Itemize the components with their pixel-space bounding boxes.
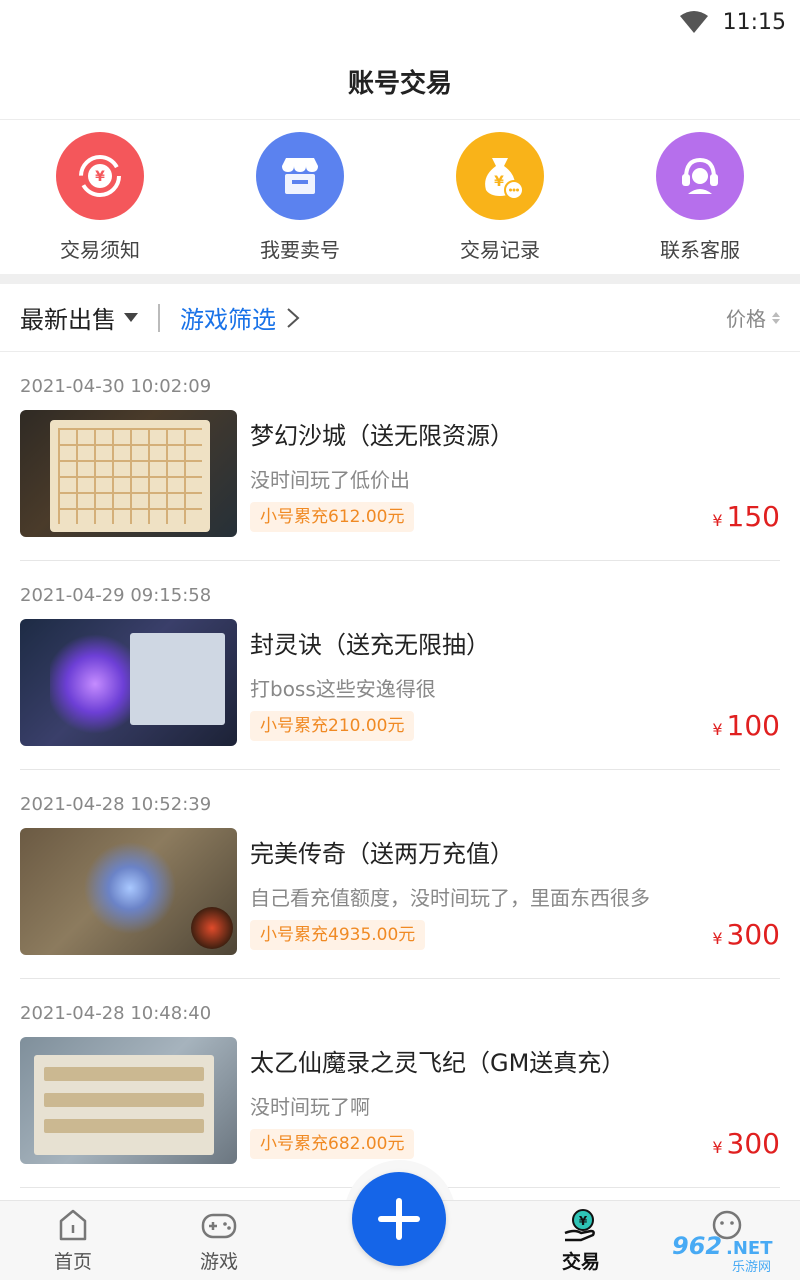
- status-time: 11:15: [722, 9, 786, 35]
- listing-date: 2021-04-28 10:48:40: [20, 1003, 212, 1024]
- page-title: 账号交易: [347, 69, 452, 99]
- listing-item[interactable]: 2021-04-28 10:52:39 完美传奇（送两万充值） 自己看充值额度，…: [20, 770, 780, 979]
- game-filter-link[interactable]: 游戏筛选: [180, 300, 276, 335]
- quick-action-sell-account[interactable]: 我要卖号: [200, 120, 400, 274]
- price-sort[interactable]: 价格: [726, 303, 780, 332]
- listing-price: ¥300: [712, 918, 780, 951]
- recharge-tag: 小号累充682.00元: [250, 1129, 415, 1159]
- listing-description: 打boss这些安逸得很: [250, 677, 436, 701]
- svg-text:.NET: .NET: [726, 1238, 773, 1259]
- nav-home[interactable]: 首页: [0, 1201, 146, 1280]
- listing-price: ¥100: [712, 709, 780, 742]
- listing-title: 封灵诀（送充无限抽）: [250, 631, 490, 659]
- divider: [158, 303, 160, 332]
- listing-thumbnail: [20, 410, 237, 537]
- svg-text:¥: ¥: [95, 169, 105, 185]
- section-divider: [0, 274, 800, 284]
- nav-games[interactable]: 游戏: [146, 1201, 292, 1280]
- nav-trade[interactable]: ¥ 交易: [508, 1201, 654, 1280]
- caret-down-icon[interactable]: [124, 313, 138, 322]
- quick-action-customer-service[interactable]: 联系客服: [600, 120, 800, 274]
- recharge-tag: 小号累充612.00元: [250, 502, 415, 532]
- title-bar: 账号交易: [0, 44, 800, 120]
- listing-date: 2021-04-29 09:15:58: [20, 585, 212, 606]
- status-bar: 11:15: [0, 0, 800, 44]
- filter-bar: 最新出售 游戏筛选 价格: [0, 284, 800, 352]
- wifi-icon: [679, 11, 708, 33]
- listing-title: 完美传奇（送两万充值）: [250, 840, 514, 868]
- listing-price: ¥150: [712, 500, 780, 533]
- listing-description: 没时间玩了低价出: [250, 468, 410, 492]
- quick-action-label: 交易记录: [460, 238, 540, 262]
- yuan-exchange-icon: ¥: [56, 132, 144, 220]
- quick-action-trade-records[interactable]: ¥ 交易记录: [400, 120, 600, 274]
- listing-price: ¥300: [712, 1127, 780, 1160]
- quick-actions: ¥ 交易须知 我要卖号 ¥ 交易记录 联系客服: [0, 120, 800, 274]
- listing-thumbnail: [20, 828, 237, 955]
- listing-thumbnail: [20, 1037, 237, 1164]
- listing-description: 没时间玩了啊: [250, 1095, 370, 1119]
- nav-label: 交易: [561, 1251, 600, 1273]
- quick-action-label: 我要卖号: [260, 238, 340, 262]
- shop-icon: [256, 132, 344, 220]
- recharge-tag: 小号累充210.00元: [250, 711, 415, 741]
- quick-action-trade-notice[interactable]: ¥ 交易须知: [0, 120, 200, 274]
- gamepad-icon: [201, 1213, 237, 1239]
- listing-item[interactable]: 2021-04-30 10:02:09 梦幻沙城（送无限资源） 没时间玩了低价出…: [20, 352, 780, 561]
- listing-item[interactable]: 2021-04-29 09:15:58 封灵诀（送充无限抽） 打boss这些安逸…: [20, 561, 780, 770]
- recharge-tag: 小号累充4935.00元: [250, 920, 426, 950]
- headset-icon: [656, 132, 744, 220]
- home-icon: [59, 1209, 87, 1241]
- plus-icon: [378, 1198, 420, 1240]
- nav-label: 游戏: [199, 1251, 238, 1273]
- sort-arrows-icon: [772, 311, 780, 324]
- nav-label: 首页: [53, 1251, 92, 1273]
- svg-text:962: 962: [672, 1232, 722, 1260]
- svg-text:乐游网: 乐游网: [732, 1260, 771, 1274]
- add-fab-button[interactable]: [352, 1172, 446, 1266]
- quick-action-label: 交易须知: [60, 238, 140, 262]
- listing-item[interactable]: 2021-04-28 10:48:40 太乙仙魔录之灵飞纪（GM送真充） 没时间…: [20, 979, 780, 1188]
- price-sort-label: 价格: [726, 307, 766, 331]
- listing-title: 太乙仙魔录之灵飞纪（GM送真充）: [250, 1049, 626, 1077]
- watermark-logo: 962 .NET 乐游网: [672, 1232, 773, 1274]
- quick-action-label: 联系客服: [660, 238, 740, 262]
- money-bag-icon: ¥: [456, 132, 544, 220]
- sort-dropdown[interactable]: 最新出售: [20, 300, 116, 335]
- trade-icon: ¥: [564, 1209, 595, 1242]
- svg-text:¥: ¥: [494, 174, 504, 190]
- listing-date: 2021-04-30 10:02:09: [20, 376, 212, 397]
- svg-text:¥: ¥: [579, 1214, 588, 1228]
- chevron-right-icon[interactable]: [286, 307, 300, 329]
- listing-title: 梦幻沙城（送无限资源）: [250, 422, 514, 450]
- listing-thumbnail: [20, 619, 237, 746]
- listing-description: 自己看充值额度，没时间玩了，里面东西很多: [250, 886, 650, 910]
- listing-date: 2021-04-28 10:52:39: [20, 794, 212, 815]
